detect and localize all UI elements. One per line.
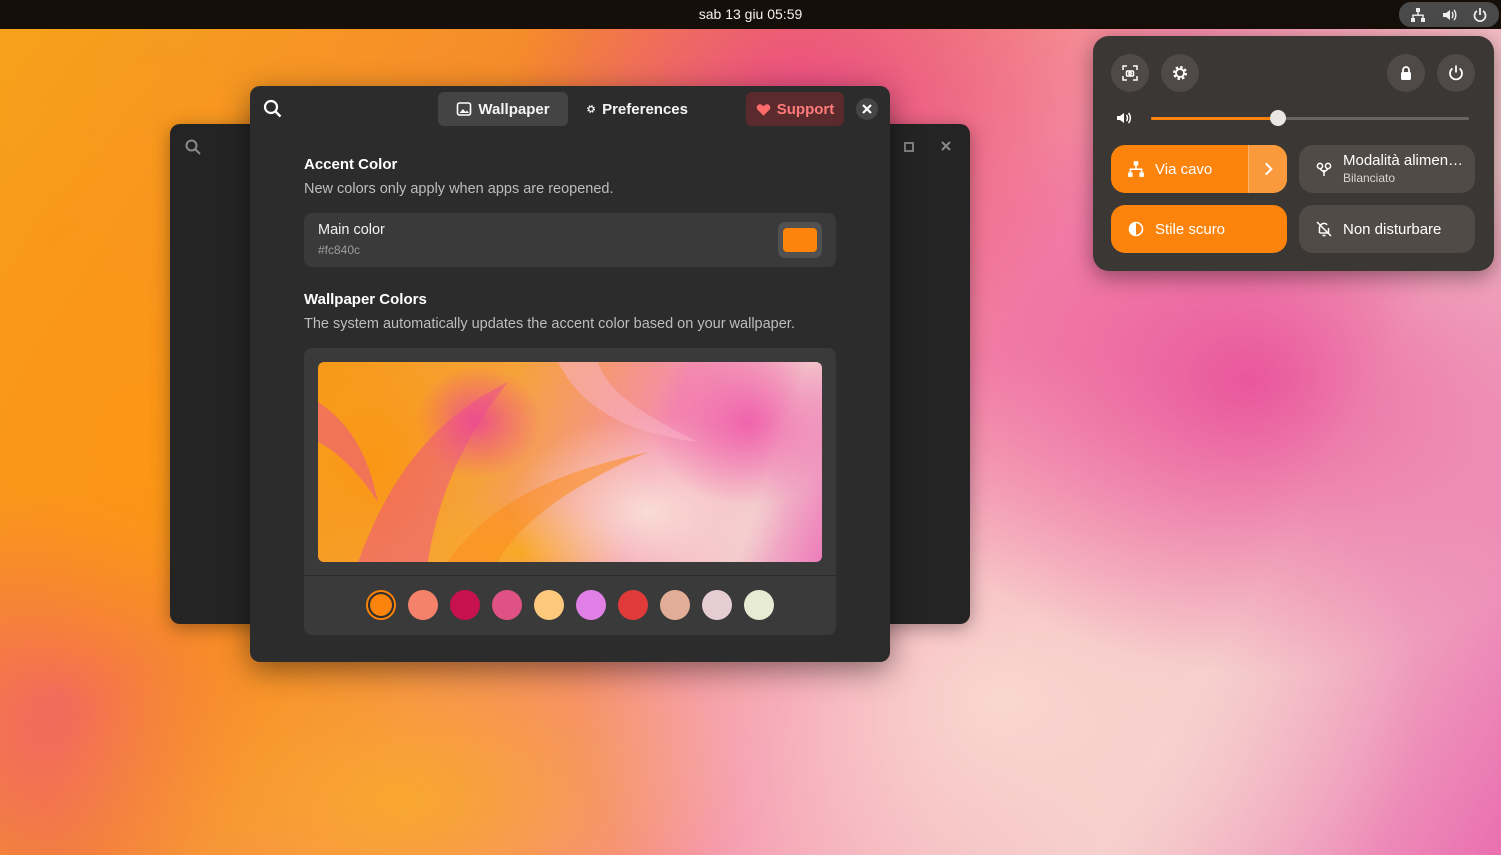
volume-slider-fill bbox=[1151, 117, 1279, 120]
power-mode-label: Modalità alimen… bbox=[1343, 152, 1464, 170]
tab-preferences-label: Preferences bbox=[602, 100, 688, 118]
wallpaper-colors-subtitle: The system automatically updates the acc… bbox=[304, 316, 795, 332]
screenshot-icon bbox=[1122, 65, 1138, 81]
tab-preferences[interactable]: Preferences bbox=[574, 92, 700, 126]
search-button[interactable] bbox=[262, 98, 284, 120]
accent-color-subtitle: New colors only apply when apps are reop… bbox=[304, 181, 614, 197]
do-not-disturb-label: Non disturbare bbox=[1343, 220, 1442, 238]
chevron-right-icon bbox=[1265, 162, 1273, 176]
color-swatch-9[interactable] bbox=[702, 590, 732, 620]
color-swatch-10[interactable] bbox=[744, 590, 774, 620]
divider bbox=[304, 575, 836, 576]
close-icon bbox=[862, 104, 872, 114]
volume-slider-handle[interactable] bbox=[1270, 110, 1287, 126]
gear-icon bbox=[587, 105, 595, 113]
wired-network-label: Via cavo bbox=[1155, 160, 1213, 178]
main-color-row: Main color #fc840c bbox=[304, 213, 836, 267]
search-icon[interactable] bbox=[184, 138, 202, 156]
dark-style-icon bbox=[1128, 221, 1144, 237]
wallpaper-petals bbox=[318, 362, 698, 562]
accent-color-title: Accent Color bbox=[304, 156, 398, 173]
do-not-disturb-toggle[interactable]: Non disturbare bbox=[1299, 205, 1475, 253]
volume-icon bbox=[1442, 9, 1457, 20]
clock[interactable]: sab 13 giu 05:59 bbox=[0, 6, 1501, 22]
power-mode-toggle[interactable]: Modalità alimen… Bilanciato bbox=[1299, 145, 1475, 193]
support-label: Support bbox=[776, 100, 835, 118]
network-wired-icon bbox=[1411, 7, 1426, 22]
volume-slider[interactable] bbox=[1151, 110, 1469, 126]
color-swatch-7[interactable] bbox=[618, 590, 648, 620]
image-icon bbox=[457, 102, 472, 116]
top-bar: sab 13 giu 05:59 bbox=[0, 0, 1501, 29]
search-icon bbox=[263, 99, 282, 118]
power-icon bbox=[1473, 7, 1487, 22]
tab-wallpaper-label: Wallpaper bbox=[478, 100, 550, 118]
tab-wallpaper[interactable]: Wallpaper bbox=[438, 92, 568, 126]
color-swatch-1[interactable] bbox=[366, 590, 396, 620]
bell-off-icon bbox=[1316, 221, 1332, 237]
main-color-value: #fc840c bbox=[318, 243, 361, 257]
network-wired-icon bbox=[1128, 161, 1144, 177]
wallpaper-preview bbox=[318, 362, 822, 562]
color-swatch-6[interactable] bbox=[576, 590, 606, 620]
power-mode-icon bbox=[1316, 162, 1332, 176]
color-swatch-8[interactable] bbox=[660, 590, 690, 620]
wallpaper-colors-title: Wallpaper Colors bbox=[304, 291, 427, 308]
support-button[interactable]: Support bbox=[746, 92, 844, 126]
accent-color-dialog: Wallpaper Preferences Support Accent Col… bbox=[250, 86, 890, 662]
wallpaper-color-swatches bbox=[366, 590, 774, 620]
maximize-icon[interactable] bbox=[900, 138, 918, 156]
lock-icon bbox=[1401, 66, 1411, 80]
close-icon[interactable] bbox=[936, 136, 956, 156]
settings-button[interactable] bbox=[1161, 54, 1199, 92]
color-swatch-2[interactable] bbox=[408, 590, 438, 620]
system-tray[interactable] bbox=[1399, 2, 1499, 27]
heart-icon bbox=[756, 103, 771, 116]
gear-icon bbox=[1173, 66, 1187, 80]
wired-network-expand-button[interactable] bbox=[1248, 145, 1287, 193]
lock-button[interactable] bbox=[1387, 54, 1425, 92]
power-mode-sublabel: Bilanciato bbox=[1343, 170, 1396, 185]
wired-network-toggle[interactable]: Via cavo bbox=[1111, 145, 1287, 193]
volume-icon[interactable] bbox=[1115, 109, 1133, 127]
main-color-label: Main color bbox=[318, 222, 385, 238]
wallpaper-colors-box bbox=[304, 348, 836, 635]
color-swatch-4[interactable] bbox=[492, 590, 522, 620]
main-color-swatch bbox=[783, 228, 817, 252]
screenshot-button[interactable] bbox=[1111, 54, 1149, 92]
main-color-picker-button[interactable] bbox=[778, 222, 822, 258]
power-off-button[interactable] bbox=[1437, 54, 1475, 92]
color-swatch-5[interactable] bbox=[534, 590, 564, 620]
dark-style-toggle[interactable]: Stile scuro bbox=[1111, 205, 1287, 253]
color-swatch-fill bbox=[370, 594, 392, 616]
close-button[interactable] bbox=[856, 98, 878, 120]
power-icon bbox=[1449, 65, 1463, 81]
quick-settings-menu: Via cavo Modalità alimen… Bilanciato Sti… bbox=[1093, 36, 1494, 271]
dark-style-label: Stile scuro bbox=[1155, 220, 1226, 238]
color-swatch-3[interactable] bbox=[450, 590, 480, 620]
